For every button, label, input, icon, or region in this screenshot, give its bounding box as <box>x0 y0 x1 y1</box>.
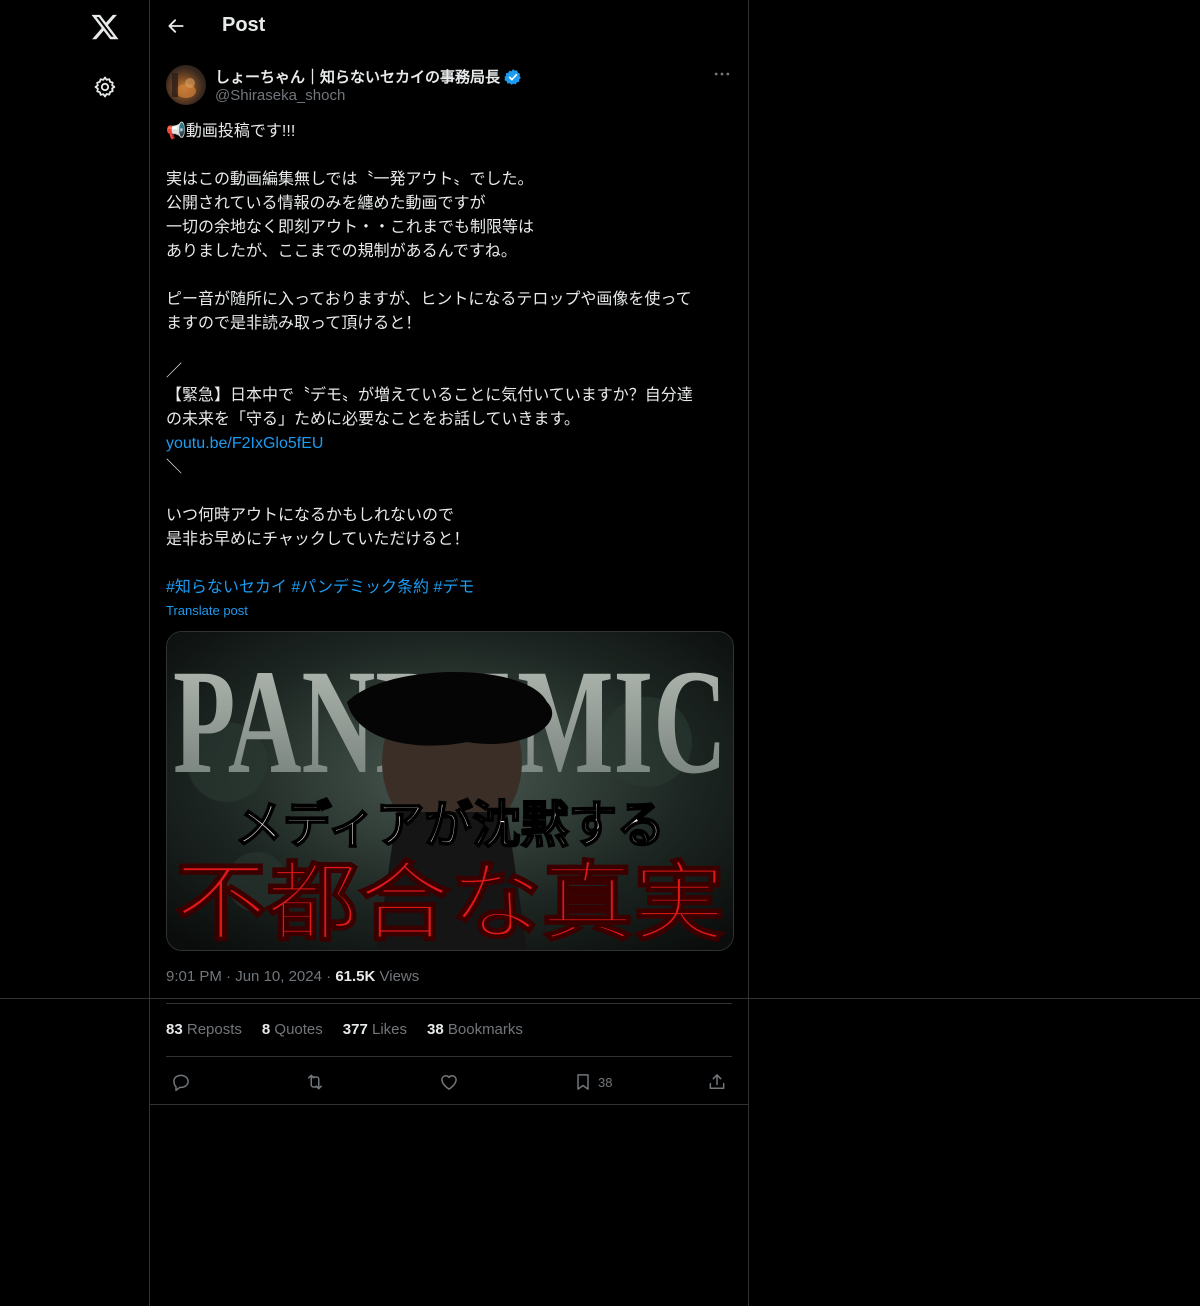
media-headline-2: 不都合な真実 <box>175 853 725 950</box>
author-name[interactable]: しょーちゃん｜知らないセカイの事務局長 <box>215 66 522 87</box>
engagement-stats: 83 Reposts 8 Quotes 377 Likes 38 Bookmar… <box>166 1021 523 1038</box>
tweet-line: 是非お早めにチャックしていただけると！ <box>166 531 470 548</box>
post-time: 9:01 PM <box>166 968 222 985</box>
divider <box>149 1104 749 1105</box>
tweet-line: 【緊急】日本中で〝デモ〟が増えていることに気付いていますか？自分達 <box>166 387 693 404</box>
divider <box>166 1056 732 1057</box>
reply-icon <box>173 1074 189 1092</box>
tweet-line: いつ何時アウトになるかもしれないので <box>166 507 455 524</box>
right-column-divider <box>748 0 749 1306</box>
views-count: 61.5K <box>335 968 376 985</box>
heart-icon <box>441 1075 457 1090</box>
tweet-line: ありましたが、ここまでの規制があるんですね。 <box>166 243 517 260</box>
tweet-text: 📢動画投稿です!!! 実はこの動画編集無しでは〝一発アウト〟でした。 公開されて… <box>166 120 736 600</box>
tweet-line: 実はこの動画編集無しでは〝一発アウト〟でした。 <box>166 171 534 188</box>
reply-button[interactable] <box>171 1071 191 1093</box>
avatar[interactable] <box>166 65 206 105</box>
share-icon <box>709 1074 725 1089</box>
hashtags[interactable]: #知らないセカイ #パンデミック条約 #デモ <box>166 576 736 600</box>
quote-close: ＼ <box>166 459 183 476</box>
divider <box>0 998 1200 999</box>
author-handle[interactable]: @Shiraseka_shoch <box>215 87 345 104</box>
gear-icon[interactable] <box>93 75 117 99</box>
tweet-line: ピー音が随所に入っておりますが、ヒントになるテロップや画像を使って <box>166 291 692 308</box>
meta-separator: · <box>226 968 232 985</box>
bookmark-icon <box>577 1074 589 1090</box>
tweet-line: ますので是非読み取って頂けると！ <box>166 315 422 332</box>
verified-badge-icon <box>504 68 521 85</box>
post-media-image[interactable]: PANDEMIC メディアが沈黙する 不都合な真実 <box>166 631 734 951</box>
repost-button[interactable] <box>305 1071 325 1093</box>
page-title: Post <box>222 14 266 36</box>
youtube-link[interactable]: youtu.be/F2IxGlo5fEU <box>166 432 736 456</box>
views-label: Views <box>379 968 420 985</box>
tweet-line: 公開されている情報のみを纏めた動画ですが <box>166 195 486 212</box>
quote-open: ／ <box>166 363 183 380</box>
translate-post-link[interactable]: Translate post <box>166 603 248 618</box>
divider <box>166 1003 732 1004</box>
media-headline-1: メディアが沈黙する <box>235 796 665 854</box>
tweet-line: 📢動画投稿です!!! <box>166 123 296 140</box>
post-timestamp[interactable]: 9:01 PM · Jun 10, 2024 · 61.5K Views <box>166 968 419 985</box>
tweet-line: 一切の余地なく即刻アウト・・これまでも制限等は <box>166 219 535 236</box>
back-arrow-icon[interactable] <box>166 16 186 36</box>
x-logo-icon[interactable] <box>90 12 120 42</box>
like-button[interactable] <box>439 1071 459 1093</box>
more-options-icon[interactable] <box>712 64 732 84</box>
likes-stat[interactable]: 377 Likes <box>343 1021 407 1038</box>
quotes-stat[interactable]: 8 Quotes <box>262 1021 323 1038</box>
bookmark-count: 38 <box>598 1074 613 1090</box>
share-button[interactable] <box>707 1071 727 1093</box>
author-name-text: しょーちゃん｜知らないセカイの事務局長 <box>215 69 501 86</box>
meta-separator: · <box>326 968 332 985</box>
tweet-line: の未来を「守る」ために必要なことをお話していきます。 <box>166 411 580 428</box>
bookmark-button[interactable]: 38 <box>573 1071 612 1093</box>
left-column-divider <box>149 0 150 1306</box>
bookmarks-stat[interactable]: 38 Bookmarks <box>427 1021 523 1038</box>
reposts-stat[interactable]: 83 Reposts <box>166 1021 242 1038</box>
repost-icon <box>308 1074 322 1090</box>
post-date: Jun 10, 2024 <box>235 968 322 985</box>
